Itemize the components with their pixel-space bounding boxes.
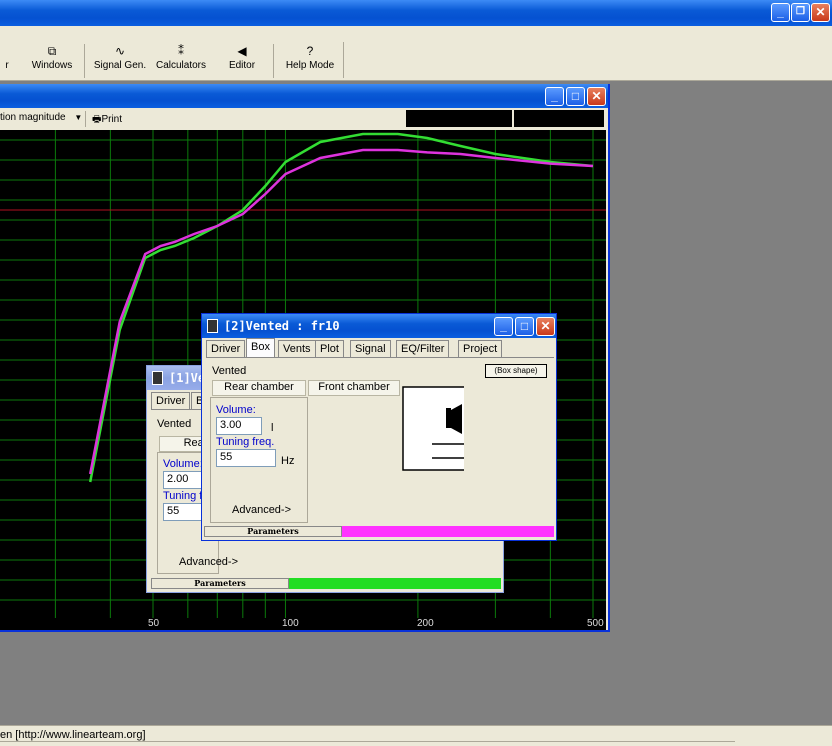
plot-minimize-button[interactable]: _ (545, 87, 564, 106)
toolbar-editor-button[interactable]: ◀ Editor (222, 44, 262, 71)
plot-type-value: tion magnitude (0, 112, 66, 123)
window-icon (152, 371, 163, 385)
calculator-icon: ⁑ (178, 44, 184, 58)
vented1-status-fill (289, 578, 501, 589)
front-chamber-button[interactable]: Front chamber (308, 380, 400, 396)
readout-box-2 (514, 110, 604, 127)
help-icon: ? (306, 44, 314, 58)
vented2-tab-box[interactable]: Box (246, 338, 275, 358)
app-title-bar: _ ❐ ✕ (0, 0, 832, 26)
menu-strip (0, 26, 832, 42)
vented1-advanced-button[interactable]: Advanced-> (179, 556, 238, 568)
tuning-freq-unit: Hz (281, 455, 295, 467)
tuning-freq-input[interactable]: 55 (216, 449, 276, 467)
signal-gen-icon: ∿ (114, 44, 126, 58)
toolbar-signal-gen-button[interactable]: ∿ Signal Gen. (92, 44, 148, 71)
editor-icon: ◀ (237, 44, 247, 58)
plot-toolbar: tion magnitude ▼ 🖶Print (0, 108, 608, 130)
vented2-title: [2]Vented : fr10 (224, 319, 340, 333)
vented1-volume-label: Volume: (163, 458, 203, 470)
box-shape-button[interactable]: (Box shape) (485, 364, 547, 378)
vented1-title: [1]Ve (169, 371, 206, 385)
app-minimize-button[interactable]: _ (771, 3, 790, 22)
print-button[interactable]: 🖶Print (92, 112, 122, 129)
windows-icon: ⧉ (47, 44, 57, 58)
toolbar-calculators-button[interactable]: ⁑ Calculators (154, 44, 208, 71)
readout-box-1 (406, 110, 512, 127)
vented2-tab-project[interactable]: Project (458, 340, 503, 357)
window-icon (207, 319, 218, 333)
toolbar-help-mode-button[interactable]: ? Help Mode (282, 44, 338, 71)
vented2-status-fill (342, 526, 554, 537)
vented1-type-label: Vented (157, 418, 192, 430)
vented2-close-button[interactable]: ✕ (536, 317, 555, 336)
plot-maximize-button[interactable]: □ (566, 87, 585, 106)
vented2-minimize-button[interactable]: _ (494, 317, 513, 336)
vented2-tab-signal[interactable]: Signal (350, 340, 391, 357)
vented1-tuning-label: Tuning fr (163, 490, 207, 502)
x-tick-label: 50 (148, 618, 160, 629)
vented2-title-bar: [2]Vented : fr10 _ □ ✕ (202, 314, 556, 338)
toolbar-partial-button[interactable]: r (0, 44, 14, 71)
status-text: en [http://www.linearteam.org] (0, 729, 146, 741)
tuning-freq-label: Tuning freq. (216, 436, 275, 448)
vented2-tab-eqfilter[interactable]: EQ/Filter (396, 340, 450, 357)
vented2-tab-driver[interactable]: Driver (206, 340, 246, 357)
app-close-button[interactable]: ✕ (811, 3, 830, 22)
rear-chamber-button[interactable]: Rear chamber (212, 380, 306, 396)
volume-input[interactable]: 3.00 (216, 417, 262, 435)
plot-close-button[interactable]: ✕ (587, 87, 606, 106)
plot-window-title-bar: _ □ ✕ (0, 84, 608, 108)
x-tick-label: 500 (587, 618, 604, 629)
vented1-tab-driver[interactable]: Driver (151, 392, 191, 409)
toolbar-windows-button[interactable]: ⧉ Windows (28, 44, 76, 71)
x-tick-label: 200 (417, 618, 434, 629)
partial-icon (0, 44, 14, 60)
status-bar: en [http://www.linearteam.org] (0, 725, 832, 746)
chevron-down-icon: ▼ (74, 113, 83, 122)
parameters-bar[interactable]: Parameters (204, 526, 342, 537)
app-restore-button[interactable]: ❐ (791, 3, 810, 22)
vented2-tab-vents[interactable]: Vents (278, 340, 316, 357)
box-diagram (402, 386, 468, 472)
vented1-tuning-input[interactable]: 55 (163, 503, 203, 521)
vented2-type-label: Vented (212, 365, 247, 377)
vented1-parameters-bar[interactable]: Parameters (151, 578, 289, 589)
volume-unit: l (271, 422, 274, 434)
plot-type-dropdown[interactable]: tion magnitude ▼ (0, 112, 86, 126)
advanced-button[interactable]: Advanced-> (232, 504, 291, 516)
vented2-window: [2]Vented : fr10 _ □ ✕ Driver Box Vents Plo… (201, 313, 557, 541)
vented2-tab-plot[interactable]: Plot (315, 340, 344, 357)
vented2-maximize-button[interactable]: □ (515, 317, 534, 336)
x-tick-label: 100 (282, 618, 299, 629)
vented1-volume-input[interactable]: 2.00 (163, 471, 203, 489)
volume-label: Volume: (216, 404, 256, 416)
